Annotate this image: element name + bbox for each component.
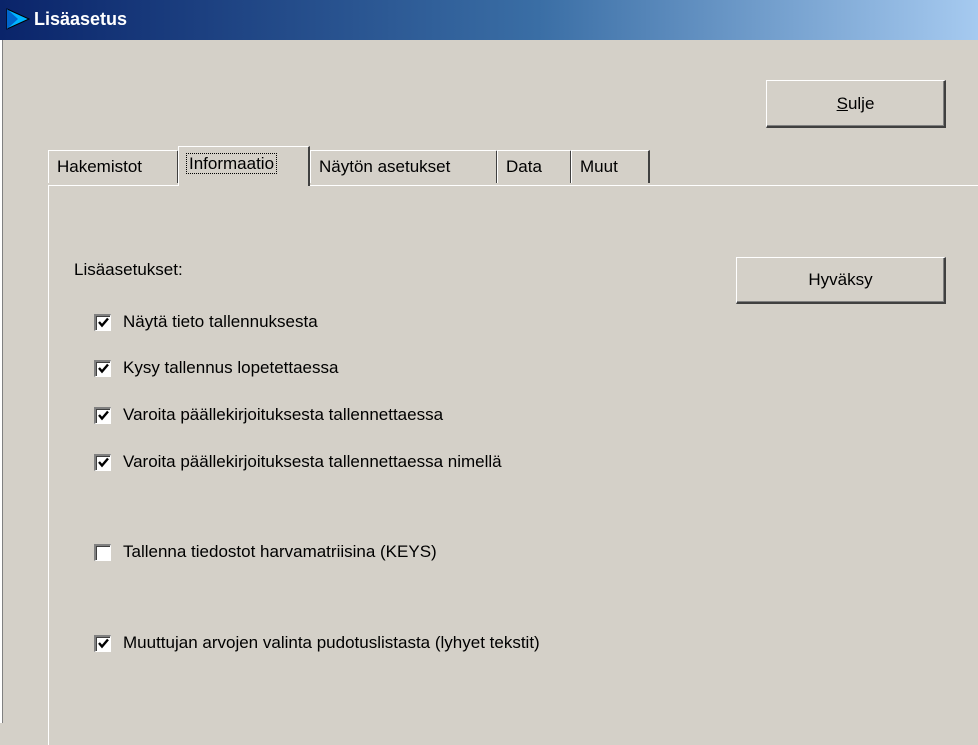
tab-label: Näytön asetukset — [319, 157, 451, 176]
close-button[interactable]: Sulje — [766, 80, 946, 128]
tab-muut[interactable]: Muut — [571, 150, 650, 183]
option-warn-overwrite-by-name[interactable]: Varoita päällekirjoituksesta tallennetta… — [94, 452, 502, 472]
option-label: Varoita päällekirjoituksesta tallennetta… — [123, 452, 502, 471]
accept-button[interactable]: Hyväksy — [736, 257, 946, 304]
option-label: Varoita päällekirjoituksesta tallennetta… — [123, 405, 444, 424]
tab-data[interactable]: Data — [497, 150, 572, 183]
checkmark-icon — [97, 317, 109, 328]
tab-label: Informaatio — [185, 153, 278, 174]
option-label: Näytä tieto tallennuksesta — [123, 312, 318, 331]
tab-naytton-asetukset[interactable]: Näytön asetukset — [310, 150, 498, 183]
checkbox[interactable] — [94, 313, 111, 331]
section-label: Lisäasetukset: — [74, 260, 183, 279]
option-dropdown-values[interactable]: Muuttujan arvojen valinta pudotuslistast… — [94, 633, 540, 653]
title-bar[interactable]: Lisäasetus — [0, 0, 978, 40]
checkbox[interactable] — [94, 634, 111, 652]
window-left-border — [0, 40, 3, 723]
window-title: Lisäasetus — [34, 9, 128, 29]
tab-label: Data — [506, 157, 542, 176]
checkbox[interactable] — [94, 453, 111, 471]
option-label: Kysy tallennus lopetettaessa — [123, 358, 339, 377]
option-show-save-info[interactable]: Näytä tieto tallennuksesta — [94, 312, 318, 332]
option-warn-overwrite[interactable]: Varoita päällekirjoituksesta tallennetta… — [94, 405, 443, 425]
checkbox[interactable] — [94, 406, 111, 424]
checkbox[interactable] — [94, 543, 111, 561]
option-save-sparse-matrix[interactable]: Tallenna tiedostot harvamatriisina (KEYS… — [94, 542, 437, 562]
checkmark-icon — [97, 363, 109, 374]
checkmark-icon — [97, 457, 109, 468]
accept-button-label: Hyväksy — [808, 270, 873, 289]
option-label: Tallenna tiedostot harvamatriisina (KEYS… — [123, 542, 437, 561]
option-ask-save-on-exit[interactable]: Kysy tallennus lopetettaessa — [94, 358, 338, 378]
option-label: Muuttujan arvojen valinta pudotuslistast… — [123, 633, 540, 652]
tab-label: Hakemistot — [57, 157, 143, 176]
checkmark-icon — [97, 638, 109, 649]
tab-informaatio[interactable]: Informaatio — [178, 146, 310, 186]
tab-label: Muut — [580, 157, 618, 176]
app-flag-icon — [6, 8, 31, 30]
close-button-label: Sulje — [836, 93, 875, 113]
checkbox[interactable] — [94, 359, 111, 377]
tab-hakemistot[interactable]: Hakemistot — [48, 150, 179, 183]
checkmark-icon — [97, 410, 109, 421]
